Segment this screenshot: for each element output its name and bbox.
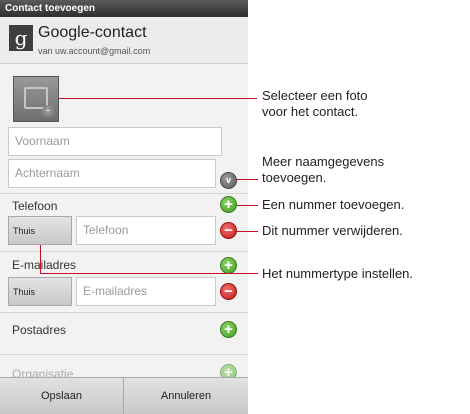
callout-add-number: Een nummer toevoegen. xyxy=(262,197,405,212)
photo-plus-icon: + xyxy=(42,105,54,117)
callout-remove-number: Dit nummer verwijderen. xyxy=(262,223,403,238)
phone-type-selector[interactable]: Thuis xyxy=(8,216,72,245)
callout-name: Meer naamgegevens toevoegen. xyxy=(262,154,384,186)
callout-line-photo xyxy=(59,98,257,99)
phone-screen: Contact toevoegen g Google-contact van u… xyxy=(0,0,248,414)
add-phone-icon[interactable]: + xyxy=(220,196,237,213)
divider xyxy=(0,193,248,194)
callout-number-type: Het nummertype instellen. xyxy=(262,266,414,281)
divider xyxy=(0,251,248,252)
divider xyxy=(0,312,248,313)
email-section-label: E-mailadres xyxy=(12,258,77,272)
expand-name-icon[interactable]: v xyxy=(220,172,237,189)
callout-line-name xyxy=(236,179,258,180)
remove-phone-icon[interactable]: − xyxy=(220,222,237,239)
account-header: g Google-contact van uw.account@gmail.co… xyxy=(0,17,248,64)
remove-email-icon[interactable]: − xyxy=(220,283,237,300)
callout-name-line1: Meer naamgegevens xyxy=(262,154,385,169)
postal-section-label: Postadres xyxy=(12,323,67,337)
callout-photo-line1: Selecteer een foto xyxy=(262,88,368,103)
first-name-input[interactable]: Voornaam xyxy=(8,127,222,156)
callout-photo-line2: voor het contact. xyxy=(262,104,359,119)
callout-line-add-number xyxy=(237,205,258,206)
callout-line-type-vertical xyxy=(40,245,41,273)
callout-line-remove-number xyxy=(237,231,258,232)
account-email: van uw.account@gmail.com xyxy=(38,46,151,56)
account-name: Google-contact xyxy=(38,24,147,41)
save-button[interactable]: Opslaan xyxy=(0,378,124,414)
callout-line-type xyxy=(40,273,258,274)
phone-section-label: Telefoon xyxy=(12,199,58,213)
phone-input[interactable]: Telefoon xyxy=(76,216,216,245)
window-title: Contact toevoegen xyxy=(0,0,248,17)
last-name-input[interactable]: Achternaam xyxy=(8,159,216,188)
add-email-icon[interactable]: + xyxy=(220,257,237,274)
select-photo-button[interactable]: + xyxy=(13,76,59,122)
callout-photo: Selecteer een foto voor het contact. xyxy=(262,88,368,120)
email-input[interactable]: E-mailadres xyxy=(76,277,216,306)
callout-name-line2: toevoegen. xyxy=(262,170,327,185)
google-logo-icon: g xyxy=(9,25,33,51)
email-type-selector[interactable]: Thuis xyxy=(8,277,72,306)
divider xyxy=(0,354,248,355)
bottom-action-bar: Opslaan Annuleren xyxy=(0,377,248,414)
cancel-button[interactable]: Annuleren xyxy=(124,378,248,414)
add-postal-icon[interactable]: + xyxy=(220,321,237,338)
